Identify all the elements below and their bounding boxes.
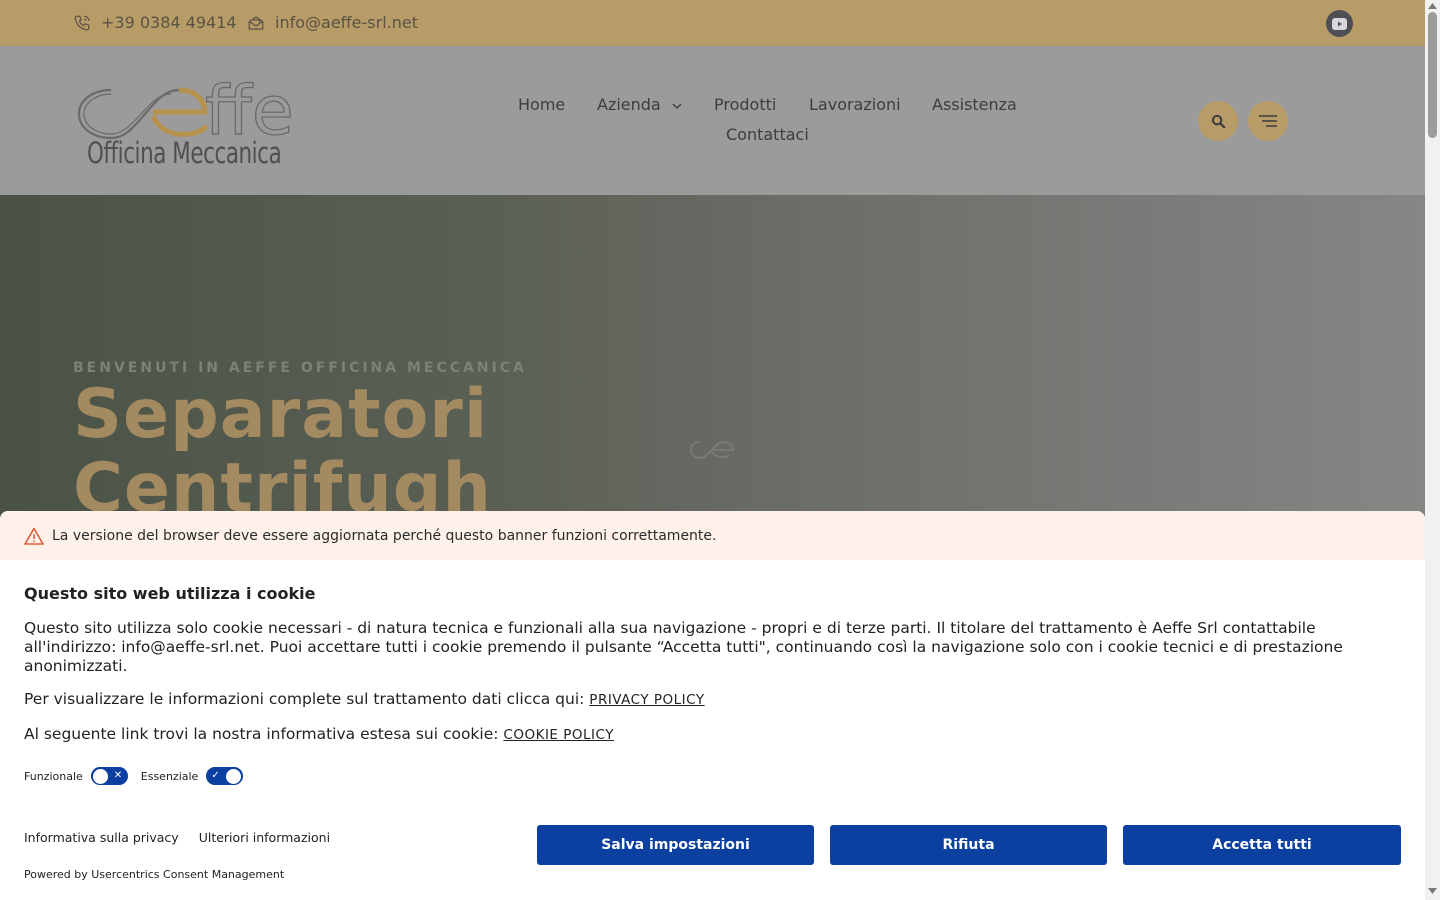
page-scrollbar[interactable] [1425, 0, 1440, 900]
logo-text: ffe [205, 72, 294, 140]
site-header: ffe Officina Meccanica Home Azienda Prod… [0, 46, 1425, 195]
phone-number: +39 0384 49414 [101, 13, 237, 32]
scroll-up-arrow-icon[interactable] [1428, 3, 1437, 9]
nav-assistenza[interactable]: Assistenza [932, 95, 1017, 114]
consent-toggles: Funzionale ✕ Essenziale ✓ [24, 767, 1401, 785]
phone-icon [74, 15, 90, 30]
chevron-down-icon [672, 103, 682, 109]
youtube-button[interactable] [1326, 10, 1353, 37]
close-icon: ✕ [113, 770, 123, 781]
save-settings-button[interactable]: Salva impostazioni [537, 825, 814, 865]
check-icon: ✓ [211, 770, 220, 781]
toggle-functional[interactable]: ✕ [90, 767, 128, 785]
cookie-consent-banner: La versione del browser deve essere aggi… [0, 511, 1425, 900]
top-contact-bar: +39 0384 49414 info@aeffe-srl.net [0, 0, 1425, 46]
browser-warning: La versione del browser deve essere aggi… [0, 511, 1425, 560]
accept-all-button[interactable]: Accetta tutti [1123, 825, 1401, 865]
cookie-policy-link[interactable]: COOKIE POLICY [503, 727, 614, 743]
toggle-knob [226, 769, 242, 784]
privacy-policy-link[interactable]: PRIVACY POLICY [589, 692, 704, 708]
scroll-down-arrow-icon[interactable] [1428, 888, 1437, 894]
browser-warning-text: La versione del browser deve essere aggi… [52, 527, 717, 544]
warning-icon [24, 527, 44, 545]
privacy-line-text: Per visualizzare le informazioni complet… [24, 690, 585, 708]
nav-lavorazioni[interactable]: Lavorazioni [809, 95, 901, 114]
nav-contattaci[interactable]: Contattaci [726, 125, 809, 144]
nav-prodotti[interactable]: Prodotti [714, 95, 776, 114]
toggle-knob [92, 769, 108, 784]
menu-button[interactable] [1248, 101, 1288, 141]
menu-icon [1259, 115, 1277, 127]
privacy-info-link[interactable]: Informativa sulla privacy [24, 830, 179, 845]
email-address: info@aeffe-srl.net [275, 13, 418, 32]
cookie-line: Al seguente link trovi la nostra informa… [24, 725, 1401, 745]
toggle-essential[interactable]: ✓ [206, 767, 244, 785]
hero-kicker: BENVENUTI IN AEFFE OFFICINA MECCANICA [73, 360, 527, 376]
toggle-functional-label: Funzionale [24, 769, 83, 783]
nav-home[interactable]: Home [518, 95, 565, 114]
hero-title-line-1: Separatori [73, 375, 489, 454]
youtube-icon [1332, 17, 1347, 30]
mail-icon [248, 15, 264, 30]
consent-content: Questo sito web utilizza i cookie Questo… [0, 584, 1425, 785]
consent-body: Questo sito utilizza solo cookie necessa… [24, 619, 1343, 675]
toggle-essential-label: Essenziale [140, 769, 199, 783]
search-icon [1211, 114, 1225, 128]
consent-footer-links: Informativa sulla privacy Ulteriori info… [24, 830, 346, 845]
logo-subtitle: Officina Meccanica [87, 136, 282, 170]
consent-heading: Questo sito web utilizza i cookie [24, 584, 316, 603]
privacy-line: Per visualizzare le informazioni complet… [24, 690, 1401, 710]
hero-watermark-logo [690, 440, 735, 460]
email-contact[interactable]: info@aeffe-srl.net [247, 13, 418, 32]
nav-azienda-label: Azienda [597, 95, 661, 114]
reject-button[interactable]: Rifiuta [830, 825, 1107, 865]
scrollbar-thumb[interactable] [1428, 12, 1437, 138]
search-button[interactable] [1198, 101, 1238, 141]
hero-title: Separatori Centrifugh [73, 378, 492, 526]
site-logo[interactable]: ffe Officina Meccanica [75, 70, 315, 175]
nav-azienda[interactable]: Azienda [597, 95, 682, 114]
cookie-line-text: Al seguente link trovi la nostra informa… [24, 725, 499, 743]
phone-contact[interactable]: +39 0384 49414 [73, 13, 237, 32]
logo-mark: ffe [77, 71, 294, 140]
more-info-link[interactable]: Ulteriori informazioni [199, 830, 330, 845]
powered-by[interactable]: Powered by Usercentrics Consent Manageme… [24, 868, 284, 881]
